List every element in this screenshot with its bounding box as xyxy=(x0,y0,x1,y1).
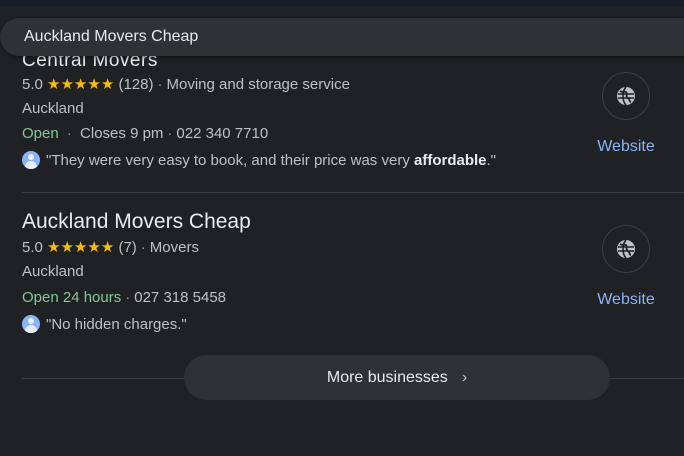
listing-2-rating-row: 5.0 ★★★★★ (7) · Movers xyxy=(22,238,199,256)
top-bar xyxy=(0,0,684,6)
search-bar[interactable]: Auckland Movers Cheap xyxy=(0,18,684,56)
listing-1-review-text: "They were very easy to book, and their … xyxy=(46,152,414,169)
listing-2-review-count[interactable]: (7) xyxy=(118,239,136,256)
chevron-right-icon: › xyxy=(461,369,468,386)
listing-1-review-highlight: affordable xyxy=(413,152,487,169)
listing-2-website-label[interactable]: Website xyxy=(586,291,666,309)
separator: · xyxy=(125,289,131,306)
divider xyxy=(22,192,684,193)
avatar-icon xyxy=(22,151,40,169)
listing-1-review-count[interactable]: (128) xyxy=(118,76,153,93)
more-businesses-button[interactable]: More businesses › xyxy=(184,355,610,400)
listing-2-stars: ★★★★★ xyxy=(47,239,115,256)
separator: · xyxy=(167,125,173,142)
listing-1-review: "They were very easy to book, and their … xyxy=(22,151,496,169)
listing-1-rating: 5.0 xyxy=(22,76,43,93)
search-input[interactable]: Auckland Movers Cheap xyxy=(24,28,198,46)
listing-2-hours-row: Open 24 hours · 027 318 5458 xyxy=(22,289,226,306)
separator: · xyxy=(157,76,163,93)
globe-icon[interactable] xyxy=(602,72,650,120)
local-results-page: Central Movers Auckland Movers Cheap 5.0… xyxy=(0,0,684,456)
listing-1-website-button[interactable]: Website xyxy=(586,72,666,156)
separator: · xyxy=(62,125,77,142)
listing-2-location: Auckland xyxy=(22,263,84,280)
avatar-icon xyxy=(22,315,40,333)
listing-1-rating-row: 5.0 ★★★★★ (128) · Moving and storage servi… xyxy=(22,75,350,93)
listing-1-website-label[interactable]: Website xyxy=(586,138,666,156)
separator: · xyxy=(140,239,146,256)
listing-2-status: Open 24 hours xyxy=(22,289,122,306)
listing-2-name[interactable]: Auckland Movers Cheap xyxy=(22,210,251,234)
listing-1-category: Moving and storage service xyxy=(166,76,350,93)
listing-2-website-button[interactable]: Website xyxy=(586,225,666,309)
listing-1-phone[interactable]: 022 340 7710 xyxy=(176,125,268,142)
listing-2-category: Movers xyxy=(149,239,199,256)
more-businesses-label[interactable]: More businesses xyxy=(327,369,448,386)
listing-1-hours: Closes 9 pm xyxy=(80,125,164,142)
listing-2-review: "No hidden charges." xyxy=(22,315,187,333)
listing-1-review-end: ." xyxy=(486,152,497,169)
listing-1-stars: ★★★★★ xyxy=(47,76,115,93)
listing-2-phone[interactable]: 027 318 5458 xyxy=(134,289,226,306)
listing-1-status: Open xyxy=(22,125,59,142)
globe-icon[interactable] xyxy=(602,225,650,273)
listing-2-review-text: "No hidden charges." xyxy=(46,316,187,333)
listing-1-location: Auckland xyxy=(22,100,84,117)
listing-1-hours-row: Open · Closes 9 pm · 022 340 7710 xyxy=(22,125,268,142)
listing-2-rating: 5.0 xyxy=(22,239,43,256)
